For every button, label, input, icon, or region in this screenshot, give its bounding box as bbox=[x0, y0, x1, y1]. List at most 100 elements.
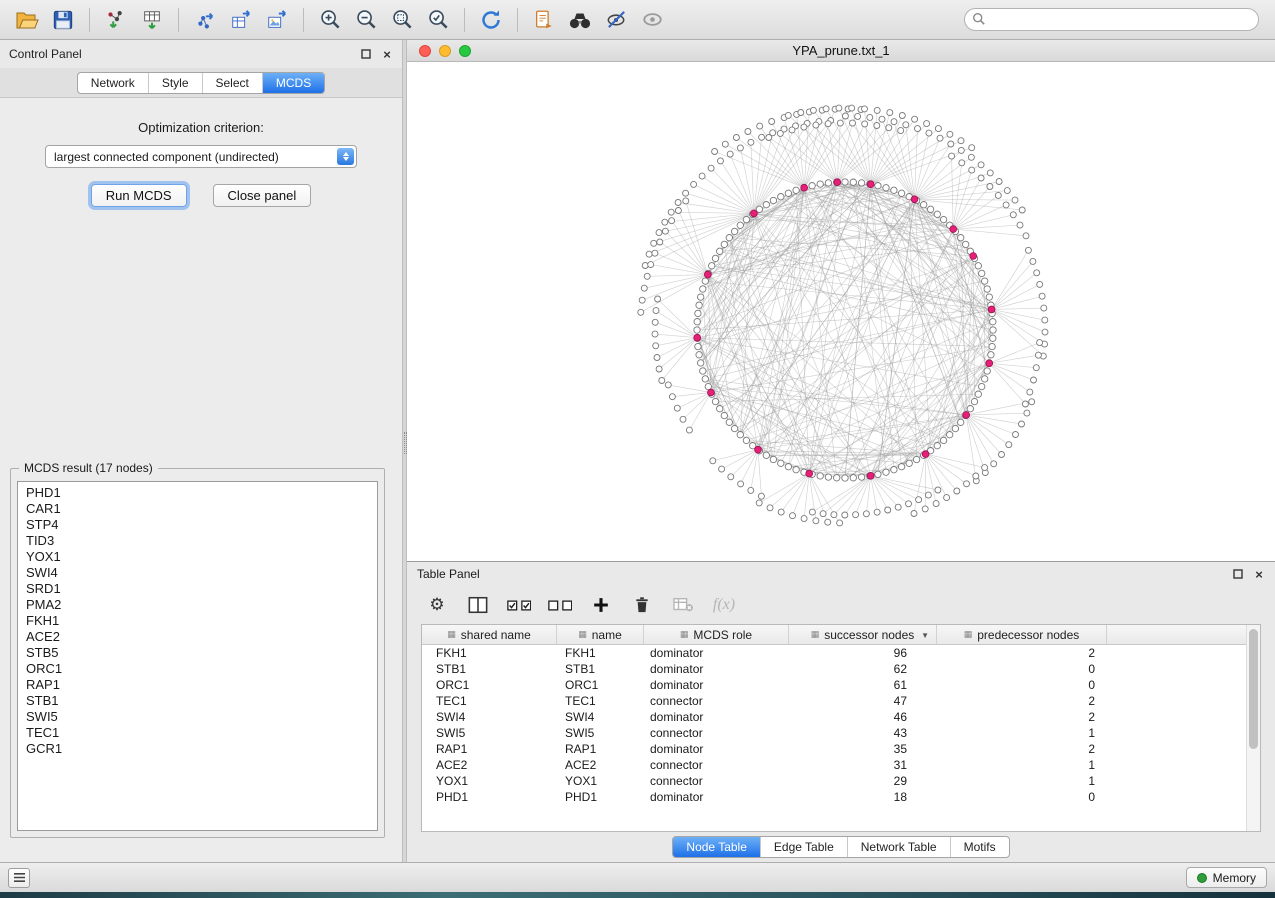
close-panel-button[interactable]: Close panel bbox=[213, 184, 312, 207]
import-network-file-icon[interactable] bbox=[99, 5, 133, 35]
open-file-icon[interactable] bbox=[10, 5, 44, 35]
table-row[interactable]: PHD1PHD1dominator180 bbox=[422, 789, 1260, 805]
dropdown-stepper-icon bbox=[337, 148, 354, 165]
settings-gear-icon[interactable]: ⚙ bbox=[425, 592, 449, 618]
column-layout-icon[interactable] bbox=[466, 592, 490, 618]
run-mcds-button[interactable]: Run MCDS bbox=[91, 184, 187, 207]
result-item[interactable]: SWI4 bbox=[18, 565, 377, 581]
tab-style[interactable]: Style bbox=[148, 73, 202, 93]
control-panel: Control Panel × NetworkStyleSelectMCDS O… bbox=[0, 40, 402, 862]
table-tab-node-table[interactable]: Node Table bbox=[673, 837, 760, 857]
table-row[interactable]: RAP1RAP1dominator352 bbox=[422, 741, 1260, 757]
result-item[interactable]: RAP1 bbox=[18, 677, 377, 693]
table-row[interactable]: STB1STB1dominator620 bbox=[422, 661, 1260, 677]
result-item[interactable]: SWI5 bbox=[18, 709, 377, 725]
network-window-titlebar[interactable]: YPA_prune.txt_1 bbox=[407, 40, 1275, 62]
minimize-window-icon[interactable] bbox=[439, 45, 451, 57]
hide-glyphs-icon[interactable] bbox=[599, 5, 633, 35]
export-network-icon[interactable] bbox=[188, 5, 222, 35]
table-scrollbar-thumb[interactable] bbox=[1249, 629, 1258, 749]
maximize-window-icon[interactable] bbox=[459, 45, 471, 57]
close-panel-icon[interactable]: × bbox=[381, 48, 393, 60]
table-cell: YOX1 bbox=[557, 773, 644, 789]
result-item[interactable]: ORC1 bbox=[18, 661, 377, 677]
column-sort-icon[interactable]: ▦ bbox=[578, 629, 587, 640]
table-row[interactable]: YOX1YOX1connector291 bbox=[422, 773, 1260, 789]
float-table-panel-icon[interactable] bbox=[1232, 568, 1244, 580]
import-table-file-icon[interactable] bbox=[135, 5, 169, 35]
column-header-predecessor-nodes[interactable]: ▦predecessor nodes bbox=[937, 625, 1107, 644]
delete-column-icon[interactable] bbox=[630, 592, 654, 618]
optimization-criterion-dropdown[interactable]: largest connected component (undirected) bbox=[45, 145, 357, 168]
column-header-name[interactable]: ▦name bbox=[557, 625, 644, 644]
table-row[interactable]: SWI5SWI5connector431 bbox=[422, 725, 1260, 741]
column-header-successor-nodes[interactable]: ▦successor nodes▼ bbox=[789, 625, 937, 644]
result-item[interactable]: TEC1 bbox=[18, 725, 377, 741]
table-row[interactable]: FKH1FKH1dominator962 bbox=[422, 645, 1260, 661]
share-document-icon[interactable] bbox=[527, 5, 561, 35]
tab-network[interactable]: Network bbox=[78, 73, 148, 93]
export-image-icon[interactable] bbox=[260, 5, 294, 35]
export-table-icon[interactable] bbox=[224, 5, 258, 35]
close-table-panel-icon[interactable]: × bbox=[1253, 568, 1265, 580]
table-cell: ORC1 bbox=[557, 677, 644, 693]
toolbar-separator bbox=[178, 8, 179, 32]
zoom-selected-icon[interactable] bbox=[421, 5, 455, 35]
table-row[interactable]: TEC1TEC1connector472 bbox=[422, 693, 1260, 709]
table-tab-motifs[interactable]: Motifs bbox=[950, 837, 1009, 857]
result-item[interactable]: STB5 bbox=[18, 645, 377, 661]
add-column-icon[interactable] bbox=[589, 592, 613, 618]
result-item[interactable]: SRD1 bbox=[18, 581, 377, 597]
result-item[interactable]: ACE2 bbox=[18, 629, 377, 645]
table-cell: FKH1 bbox=[422, 645, 557, 661]
float-panel-icon[interactable] bbox=[360, 48, 372, 60]
table-cell: 29 bbox=[789, 773, 937, 789]
status-menu-icon[interactable] bbox=[8, 868, 30, 888]
function-builder-icon[interactable]: f(x) bbox=[712, 592, 736, 618]
table-cell: dominator bbox=[644, 789, 789, 805]
memory-button[interactable]: Memory bbox=[1186, 867, 1267, 888]
table-row[interactable]: ACE2ACE2connector311 bbox=[422, 757, 1260, 773]
column-sort-icon[interactable]: ▦ bbox=[680, 629, 689, 640]
result-item[interactable]: CAR1 bbox=[18, 501, 377, 517]
column-sort-icon[interactable]: ▦ bbox=[964, 629, 973, 640]
result-item[interactable]: FKH1 bbox=[18, 613, 377, 629]
column-sort-icon[interactable]: ▦ bbox=[447, 629, 456, 640]
refresh-network-icon[interactable] bbox=[474, 5, 508, 35]
table-tab-network-table[interactable]: Network Table bbox=[847, 837, 950, 857]
result-item[interactable]: TID3 bbox=[18, 533, 377, 549]
dropdown-value: largest connected component (undirected) bbox=[54, 150, 279, 164]
table-tab-edge-table[interactable]: Edge Table bbox=[760, 837, 847, 857]
clear-table-icon[interactable] bbox=[671, 592, 695, 618]
result-item[interactable]: YOX1 bbox=[18, 549, 377, 565]
show-level-of-detail-icon[interactable] bbox=[635, 5, 669, 35]
table-body[interactable]: FKH1FKH1dominator962STB1STB1dominator620… bbox=[422, 645, 1260, 805]
deselect-all-icon[interactable] bbox=[548, 592, 572, 618]
select-all-checked-icon[interactable] bbox=[507, 592, 531, 618]
main-area: Control Panel × NetworkStyleSelectMCDS O… bbox=[0, 40, 1275, 862]
search-input[interactable] bbox=[964, 8, 1259, 31]
column-header-MCDS-role[interactable]: ▦MCDS role bbox=[644, 625, 789, 644]
column-sort-icon[interactable]: ▦ bbox=[811, 629, 820, 640]
zoom-in-icon[interactable] bbox=[313, 5, 347, 35]
result-item[interactable]: STP4 bbox=[18, 517, 377, 533]
mcds-result-list[interactable]: PHD1CAR1STP4TID3YOX1SWI4SRD1PMA2FKH1ACE2… bbox=[17, 481, 378, 831]
close-window-icon[interactable] bbox=[419, 45, 431, 57]
table-row[interactable]: ORC1ORC1dominator610 bbox=[422, 677, 1260, 693]
result-item[interactable]: PHD1 bbox=[18, 485, 377, 501]
zoom-out-icon[interactable] bbox=[349, 5, 383, 35]
memory-status-icon bbox=[1197, 873, 1207, 883]
result-item[interactable]: GCR1 bbox=[18, 741, 377, 757]
column-filter-arrow-icon[interactable]: ▼ bbox=[921, 631, 929, 640]
column-header-shared-name[interactable]: ▦shared name bbox=[422, 625, 557, 644]
result-item[interactable]: STB1 bbox=[18, 693, 377, 709]
save-session-icon[interactable] bbox=[46, 5, 80, 35]
result-item[interactable]: PMA2 bbox=[18, 597, 377, 613]
find-binoculars-icon[interactable] bbox=[563, 5, 597, 35]
table-row[interactable]: SWI4SWI4dominator462 bbox=[422, 709, 1260, 725]
zoom-fit-icon[interactable] bbox=[385, 5, 419, 35]
network-canvas[interactable] bbox=[407, 62, 1275, 561]
table-scrollbar[interactable] bbox=[1246, 625, 1260, 831]
tab-select[interactable]: Select bbox=[202, 73, 262, 93]
tab-mcds[interactable]: MCDS bbox=[262, 73, 324, 93]
